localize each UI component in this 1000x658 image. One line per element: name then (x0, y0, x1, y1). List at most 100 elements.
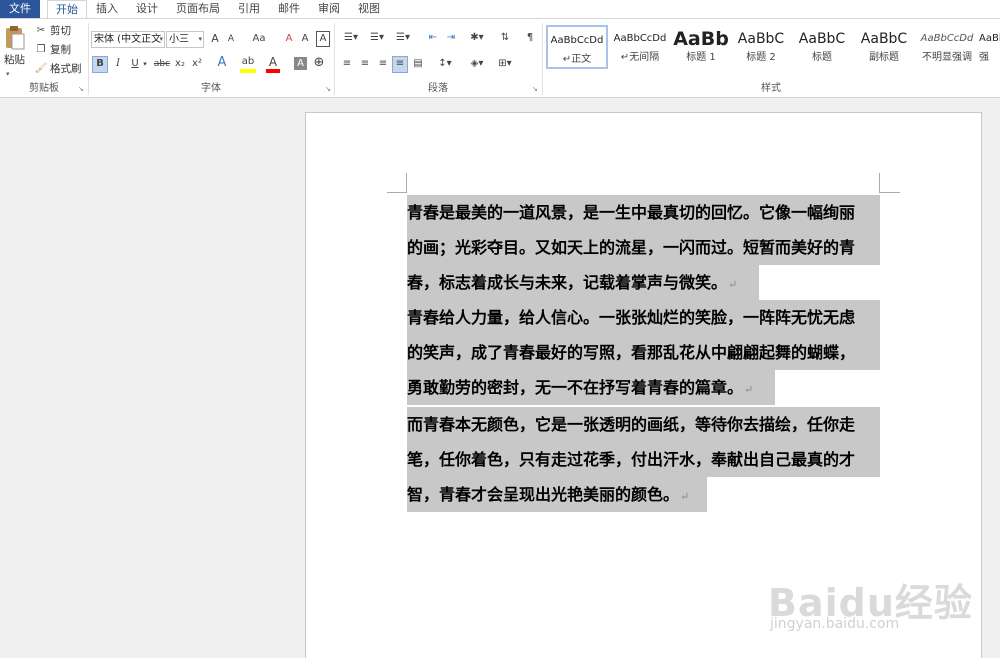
superscript-button[interactable]: x² (190, 57, 204, 71)
font-name-value: 宋体 (中文正文 (94, 34, 162, 45)
enclose-char-button[interactable]: ⊕ (312, 56, 326, 70)
style-name: 标题 2 (746, 52, 776, 63)
style-preview: AaBbC (860, 31, 908, 47)
paragraph[interactable]: 青春给人力量，给人信心。一张张灿烂的笑脸，一阵阵无忧无虑 的笑声，成了青春最好的… (407, 300, 880, 405)
style-preview: AaBbCcDd (920, 33, 974, 44)
tab-design[interactable]: 设计 (130, 0, 164, 18)
style-name: 正文 (571, 54, 592, 65)
copy-button[interactable]: 复制 (50, 43, 71, 57)
paragraph-launcher-icon[interactable]: ↘ (532, 85, 540, 93)
borders-icon[interactable]: ⊞▾ (494, 57, 516, 71)
style-preview: AaBbCcDd (550, 35, 604, 46)
paragraph-mark-icon: ↵ (728, 278, 738, 291)
tab-mailings[interactable]: 邮件 (272, 0, 306, 18)
subscript-button[interactable]: x₂ (173, 57, 187, 71)
chevron-down-icon: ▾ (159, 35, 163, 43)
bold-button[interactable]: B (92, 56, 108, 73)
clear-format-icon[interactable]: A (282, 32, 296, 46)
strikethrough-button[interactable]: abc (153, 57, 171, 71)
clipboard-launcher-icon[interactable]: ↘ (78, 85, 86, 93)
text-line: 而青春本无颜色，它是一张透明的画纸，等待你去描绘，任你走 (407, 407, 880, 442)
paragraph-mark-icon: ↵ (744, 383, 754, 396)
chevron-down-icon[interactable]: ▾ (141, 57, 149, 71)
style-strong[interactable]: AaBb 强 (979, 25, 1000, 69)
watermark-url: jingyan.baidu.com (770, 616, 900, 632)
distributed-icon[interactable]: ▤ (411, 57, 425, 71)
decrease-indent-icon[interactable]: ⇤ (426, 31, 440, 45)
text-effects-button[interactable]: A (214, 56, 230, 70)
style-heading-2[interactable]: AaBbC 标题 2 (731, 25, 791, 69)
crop-mark (880, 192, 900, 193)
text-line: 笔，任你着色，只有走过花季，付出汗水，奉献出自己最真的才 (407, 442, 880, 477)
style-preview: AaBbCcDd (613, 33, 667, 44)
style-name: 强 (979, 52, 989, 63)
text-line: 青春是最美的一道风景，是一生中最真切的回忆。它像一幅绚丽 (407, 195, 880, 230)
crop-mark (406, 173, 407, 193)
cut-button[interactable]: 剪切 (50, 24, 71, 38)
cut-icon[interactable]: ✂ (34, 24, 48, 38)
text-line: 青春给人力量，给人信心。一张张灿烂的笑脸，一阵阵无忧无虑 (407, 300, 880, 335)
font-group-label: 字体 (201, 83, 221, 94)
font-size-select[interactable]: 小三 ▾ (166, 31, 204, 48)
tab-page-layout[interactable]: 页面布局 (172, 0, 224, 18)
style-title[interactable]: AaBbC 标题 (792, 25, 852, 69)
font-launcher-icon[interactable]: ↘ (325, 85, 333, 93)
chevron-down-icon: ▾ (198, 35, 202, 43)
line-spacing-icon[interactable]: ↕▾ (434, 57, 456, 71)
shading-icon[interactable]: ◈▾ (466, 57, 488, 71)
tab-file[interactable]: 文件 (0, 0, 40, 18)
ribbon: 粘贴 ▾ ✂ 剪切 ❐ 复制 🖌 格式刷 剪贴板 ↘ 宋体 (中文正文 ▾ 小三 ▾… (0, 18, 1000, 98)
grow-font-icon[interactable]: A (208, 32, 222, 46)
paragraph[interactable]: 青春是最美的一道风景，是一生中最真切的回忆。它像一幅绚丽 的画；光彩夺目。又如天… (407, 195, 880, 300)
paragraph-mark-icon: ↵ (562, 54, 572, 65)
font-color-button[interactable]: A (266, 55, 280, 73)
show-marks-icon[interactable]: ¶ (523, 31, 537, 45)
tab-review[interactable]: 审阅 (312, 0, 346, 18)
bullets-icon[interactable]: ☰▾ (340, 31, 362, 45)
style-name: 无间隔 (629, 52, 660, 63)
char-shading-button[interactable]: A (294, 57, 307, 70)
text-line: 的画；光彩夺目。又如天上的流星，一闪而过。短暂而美好的青 (407, 230, 880, 265)
text-line-content: 智，青春才会呈现出光艳美丽的颜色。 (407, 485, 680, 504)
paragraph[interactable]: 而青春本无颜色，它是一张透明的画纸，等待你去描绘，任你走 笔，任你着色，只有走过… (407, 407, 880, 512)
paste-icon (6, 26, 25, 50)
style-name: 不明显强调 (922, 52, 972, 63)
char-border-icon[interactable]: A (316, 31, 330, 47)
format-painter-button[interactable]: 格式刷 (50, 62, 82, 76)
align-left-icon[interactable]: ≡ (340, 57, 354, 71)
justify-icon[interactable]: ≡ (392, 56, 408, 73)
style-no-spacing[interactable]: AaBbCcDd ↵无间隔 (609, 25, 671, 69)
multilevel-list-icon[interactable]: ☰▾ (392, 31, 414, 45)
format-painter-icon[interactable]: 🖌 (34, 62, 48, 76)
chinese-layout-icon[interactable]: ✱▾ (466, 31, 488, 45)
sort-icon[interactable]: ⇅ (498, 31, 512, 45)
style-heading-1[interactable]: AaBb 标题 1 (672, 25, 730, 69)
crop-mark (387, 192, 407, 193)
font-name-select[interactable]: 宋体 (中文正文 ▾ (91, 31, 165, 48)
paste-button[interactable] (4, 25, 26, 51)
paragraph-mark-icon: ↵ (680, 490, 690, 503)
text-line-content: 勇敢勤劳的密封，无一不在抒写着青春的篇章。 (407, 378, 744, 397)
style-preview: AaBbC (737, 31, 785, 47)
tab-insert[interactable]: 插入 (90, 0, 124, 18)
italic-button[interactable]: I (112, 57, 124, 71)
style-subtitle[interactable]: AaBbC 副标题 (853, 25, 915, 69)
tab-view[interactable]: 视图 (352, 0, 386, 18)
copy-icon[interactable]: ❐ (34, 43, 48, 57)
paste-label[interactable]: 粘贴 (4, 53, 25, 67)
style-subtle-emphasis[interactable]: AaBbCcDd 不明显强调 (916, 25, 978, 69)
change-case-icon[interactable]: Aa (248, 32, 270, 46)
paste-dropdown-icon[interactable]: ▾ (6, 67, 10, 81)
style-normal[interactable]: AaBbCcDd ↵正文 (546, 25, 608, 69)
highlight-color-button[interactable]: ab (240, 55, 256, 73)
tab-home[interactable]: 开始 (47, 0, 87, 18)
style-preview: AaBb (673, 28, 729, 50)
underline-button[interactable]: U (129, 57, 141, 71)
tab-references[interactable]: 引用 (232, 0, 266, 18)
align-right-icon[interactable]: ≡ (376, 57, 390, 71)
numbering-icon[interactable]: ☰▾ (366, 31, 388, 45)
phonetic-guide-icon[interactable]: A (298, 32, 312, 46)
align-center-icon[interactable]: ≡ (358, 57, 372, 71)
shrink-font-icon[interactable]: A (224, 32, 238, 46)
increase-indent-icon[interactable]: ⇥ (444, 31, 458, 45)
